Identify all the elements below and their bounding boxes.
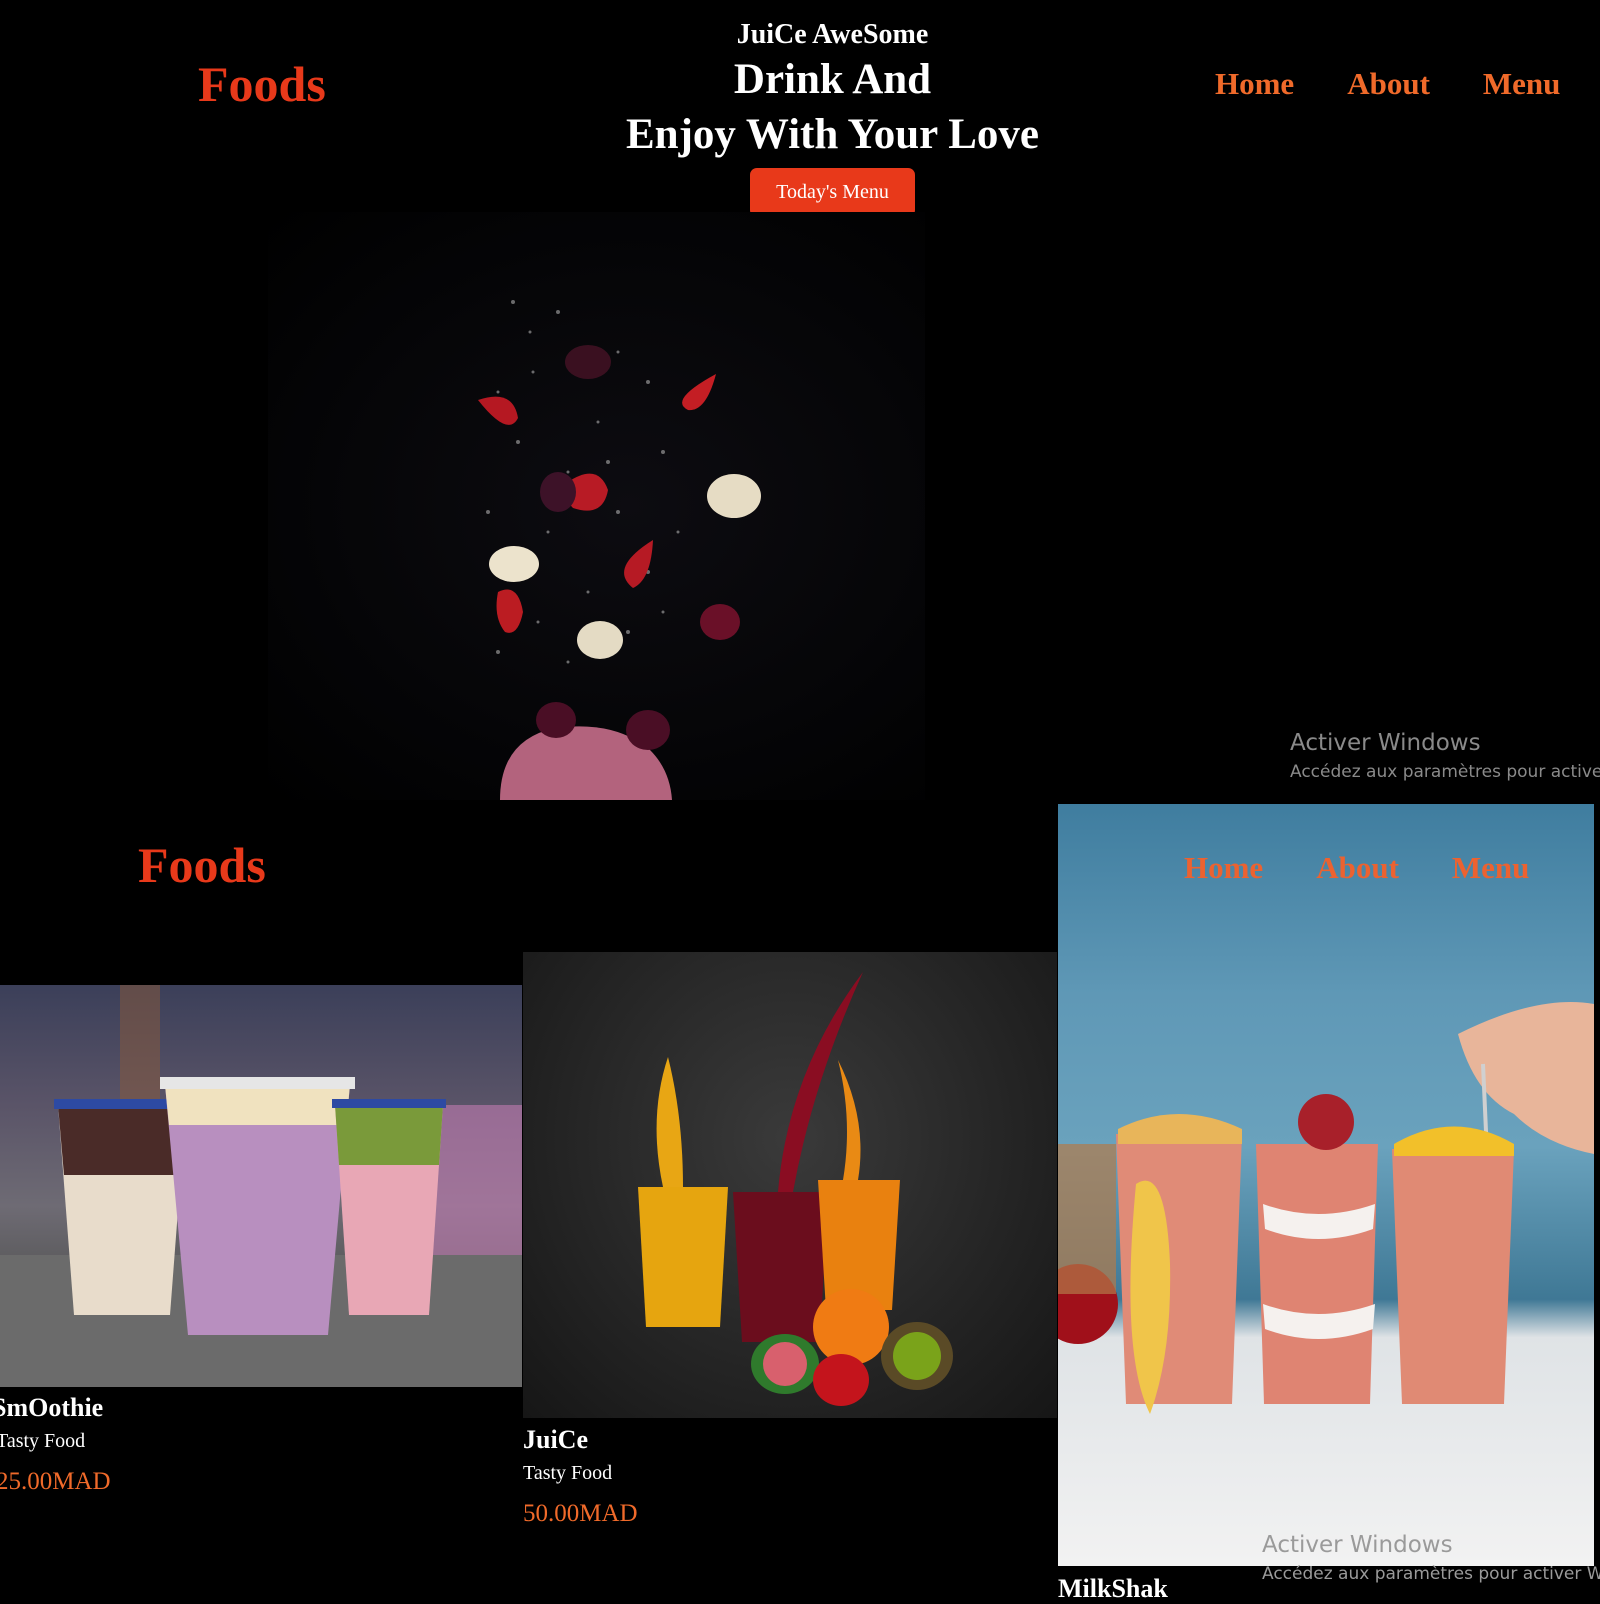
product-name: SmOothie xyxy=(0,1393,104,1422)
hero-title-line-2: Enjoy With Your Love xyxy=(626,111,1039,158)
overlay-nav-about[interactable]: About xyxy=(1316,850,1399,886)
site-logo[interactable]: Foods xyxy=(198,55,326,113)
product-name: JuiCe xyxy=(523,1425,588,1454)
nav-menu[interactable]: Menu xyxy=(1483,66,1561,102)
hero-kicker: JuiCe AweSome xyxy=(736,19,929,50)
product-price: 50.00MAD xyxy=(523,1500,638,1527)
juice-image xyxy=(523,952,1057,1418)
smoothie-image xyxy=(0,985,522,1387)
nav-about[interactable]: About xyxy=(1347,66,1430,102)
milkshake-glasses-illustration xyxy=(1058,1002,1594,1414)
product-tagline: Tasty Food xyxy=(0,1430,86,1452)
watermark-title: Activer Windows xyxy=(1290,730,1481,756)
watermark-title: Activer Windows xyxy=(1262,1532,1453,1558)
windows-activation-watermark: Activer Windows Accédez aux paramètres p… xyxy=(1262,1532,1600,1584)
overlay-nav-home[interactable]: Home xyxy=(1184,850,1263,886)
product-price: 25.00MAD xyxy=(0,1468,111,1495)
hero-title-line-1: Drink And xyxy=(733,56,932,103)
falling-fruit-illustration xyxy=(478,300,761,800)
milkshake-image xyxy=(1058,804,1594,1566)
section-logo[interactable]: Foods xyxy=(138,836,266,894)
hero-fruit-image xyxy=(268,212,925,800)
overlay-nav-menu[interactable]: Menu xyxy=(1452,850,1530,886)
nav-home[interactable]: Home xyxy=(1215,66,1294,102)
todays-menu-button[interactable]: Today's Menu xyxy=(750,168,915,217)
smoothie-cups-illustration xyxy=(0,985,522,1387)
windows-activation-watermark: Activer Windows Accédez aux paramètres p… xyxy=(1290,730,1600,782)
main-nav: Home About Menu xyxy=(1215,66,1560,102)
overlay-nav: Home About Menu xyxy=(1184,850,1529,886)
watermark-subtitle: Accédez aux paramètres pour activer W xyxy=(1262,1564,1600,1584)
strawberry-group xyxy=(478,374,716,633)
juice-glasses-illustration xyxy=(638,972,953,1406)
watermark-subtitle: Accédez aux paramètres pour active xyxy=(1290,762,1600,782)
product-tagline: Tasty Food xyxy=(523,1462,613,1484)
hero-heading: JuiCe AweSome Drink And Enjoy With Your … xyxy=(560,18,1105,217)
